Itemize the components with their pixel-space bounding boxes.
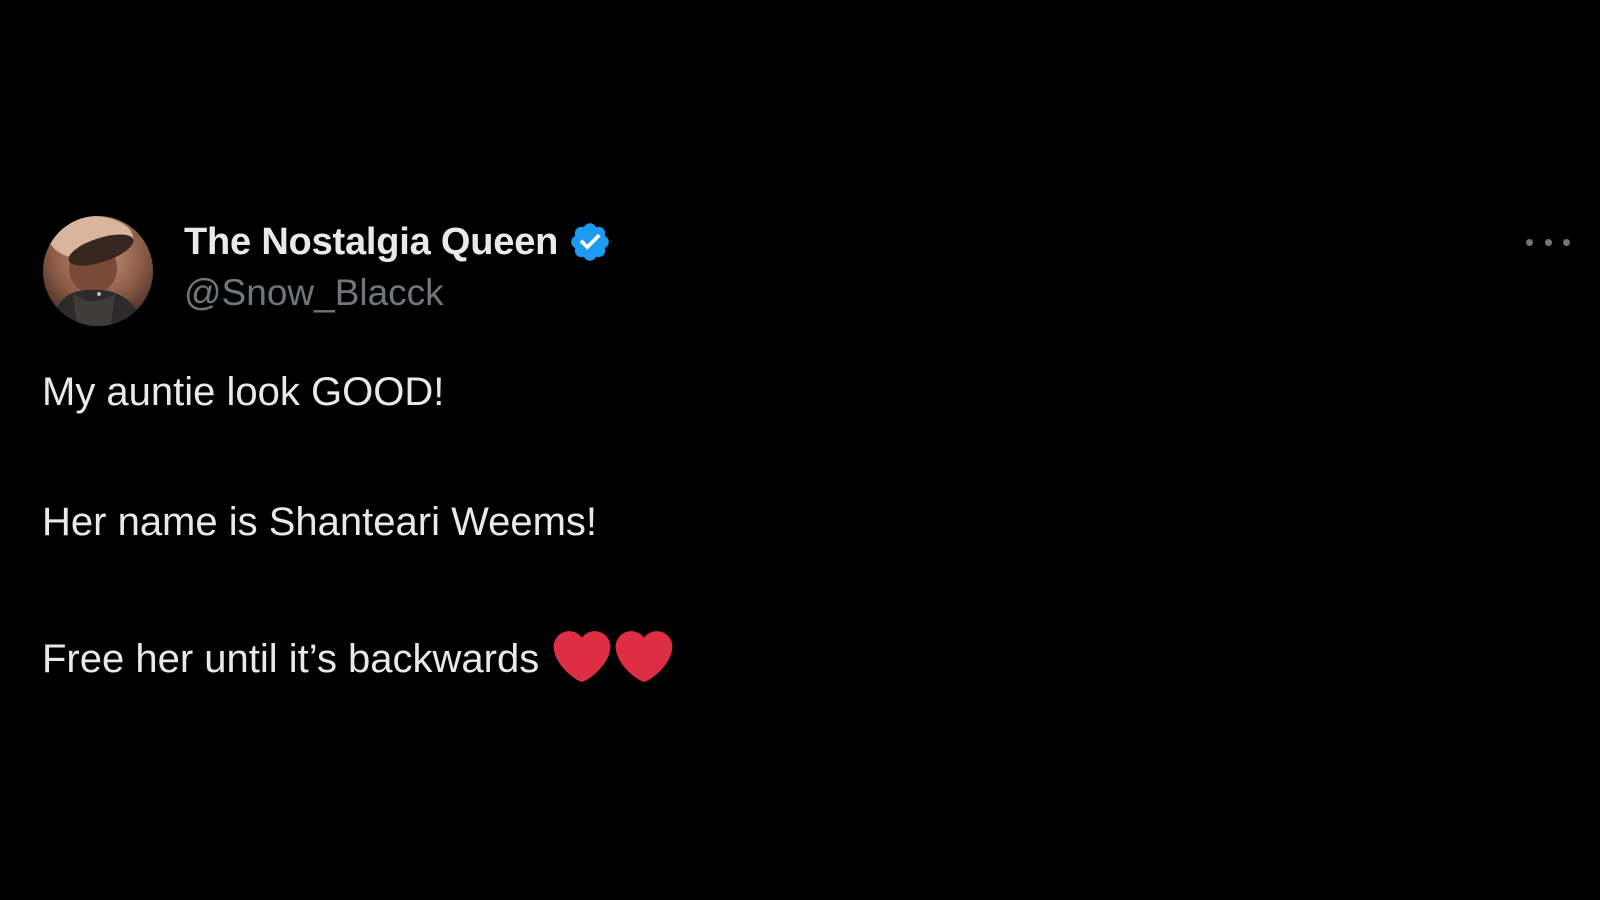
tweet-line-2: Her name is Shanteari Weems! — [42, 500, 598, 544]
heart-emojis — [553, 628, 673, 682]
tweet-line-3-text: Free her until it’s backwards — [42, 637, 540, 681]
tweet-header: The Nostalgia Queen @Snow_Blacck — [42, 216, 1572, 328]
red-heart-icon — [553, 631, 611, 682]
display-name-row: The Nostalgia Queen — [184, 220, 612, 264]
more-horizontal-icon — [1526, 238, 1533, 246]
display-name[interactable]: The Nostalgia Queen — [184, 221, 558, 264]
tweet: The Nostalgia Queen @Snow_Blacck My aunt… — [42, 216, 1572, 683]
tweet-line-3: Free her until it’s backwards — [42, 628, 1572, 683]
avatar[interactable] — [43, 216, 153, 326]
handle[interactable]: @Snow_Blacck — [184, 272, 612, 314]
red-heart-icon — [615, 631, 673, 682]
tweet-line-1: My auntie look GOOD! — [42, 370, 445, 414]
more-horizontal-icon-dot — [1563, 238, 1570, 246]
more-horizontal-icon-dot — [1544, 238, 1552, 246]
author-names: The Nostalgia Queen @Snow_Blacck — [184, 220, 612, 314]
more-options-button[interactable] — [1526, 230, 1570, 254]
verified-badge-icon — [568, 220, 612, 264]
tweet-text: My auntie look GOOD! Her name is Shantea… — [42, 368, 1572, 683]
avatar-photo — [43, 216, 153, 326]
